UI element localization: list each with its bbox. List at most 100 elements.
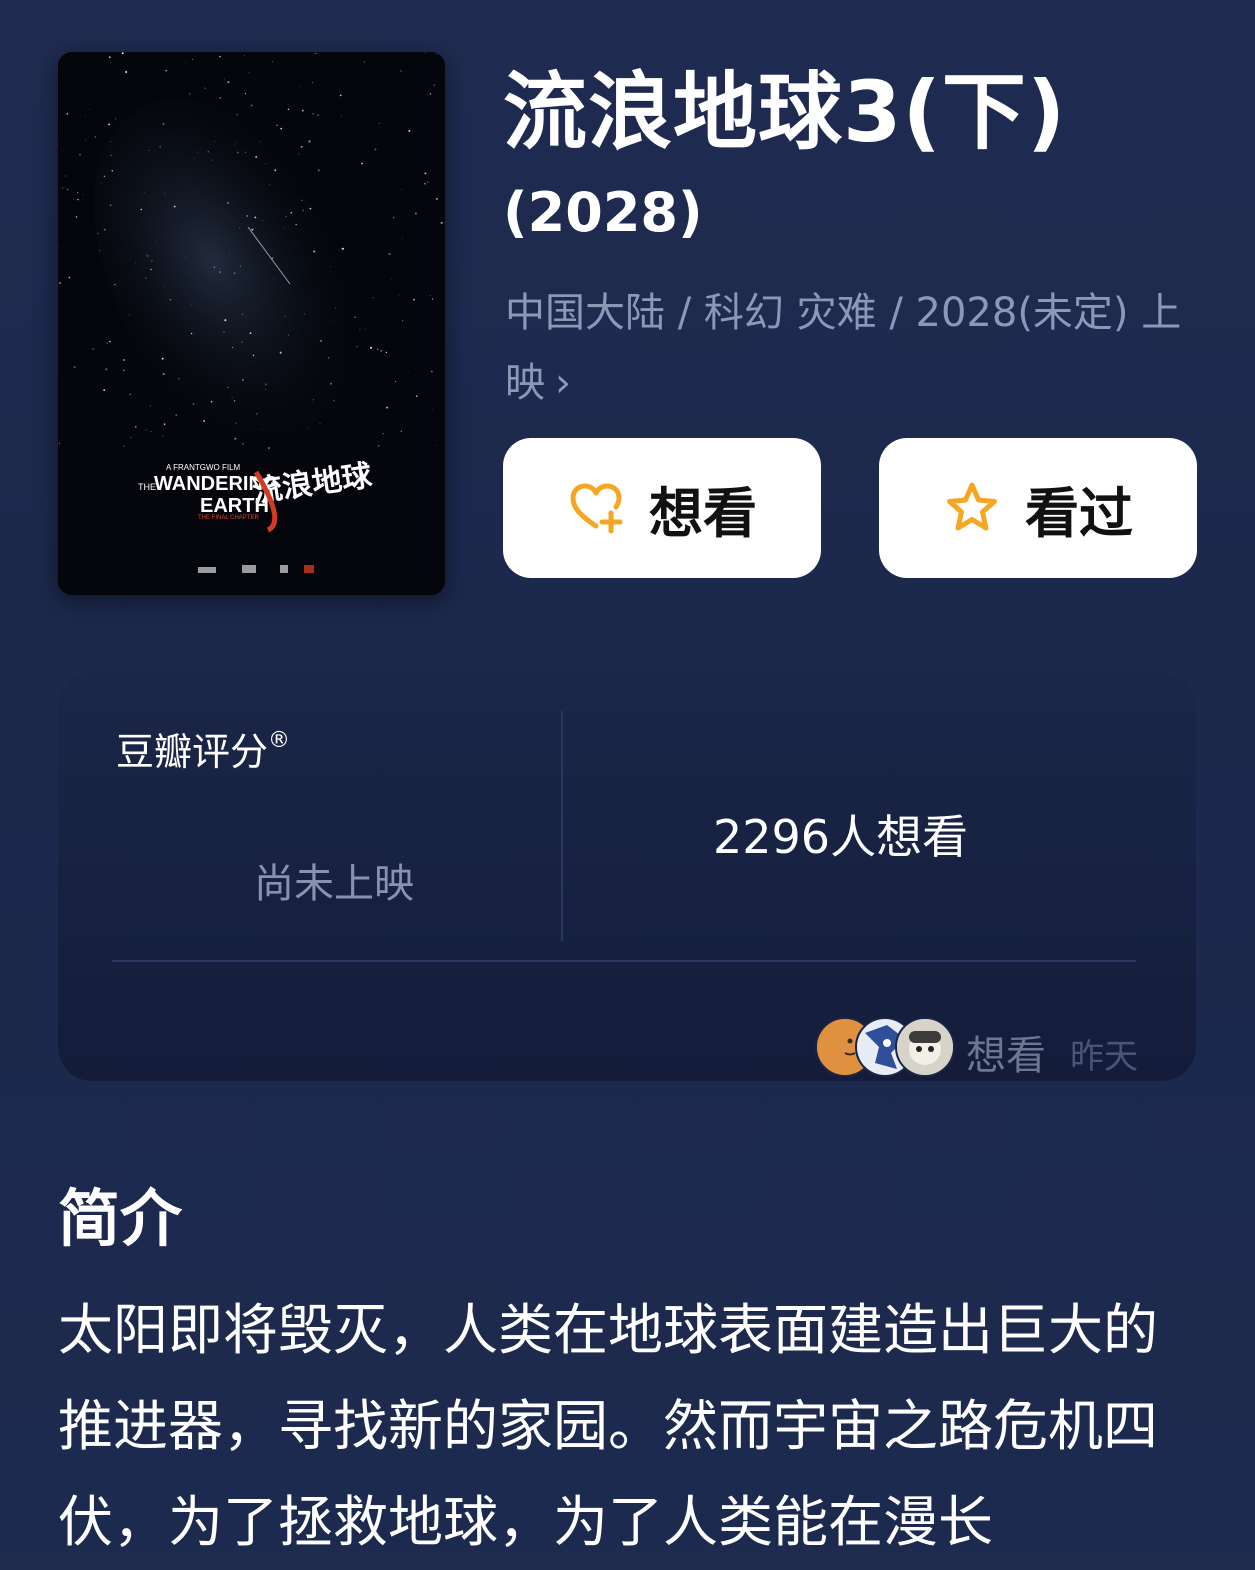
synopsis-text[interactable]: 太阳即将毁灭，人类在地球表面建造出巨大的推进器，寻找新的家园。然而宇宙之路危机四… — [58, 1282, 1178, 1570]
movie-meta[interactable]: 中国大陆 / 科幻 灾难 / 2028(未定) 上映› — [505, 278, 1195, 418]
poster-star — [354, 317, 355, 318]
poster-star — [253, 355, 254, 356]
poster-star — [224, 319, 226, 321]
poster-star — [380, 350, 382, 352]
want-to-watch-button[interactable]: 想看 — [503, 438, 821, 578]
poster-star — [150, 269, 152, 271]
poster-star — [186, 63, 187, 64]
poster-star — [148, 150, 149, 151]
star-icon — [943, 479, 1001, 537]
poster-star — [223, 331, 225, 333]
poster-star — [229, 254, 230, 255]
poster-star — [284, 316, 285, 317]
poster-star — [317, 53, 318, 54]
poster-star — [211, 401, 213, 403]
poster-star — [298, 92, 299, 93]
poster-star — [123, 67, 124, 68]
poster-star — [313, 250, 315, 252]
want-count[interactable]: 2296人想看 — [713, 801, 968, 867]
friend-avatars[interactable] — [815, 1017, 955, 1075]
avatar — [895, 1017, 955, 1077]
poster-star — [208, 151, 209, 152]
poster-star — [318, 169, 320, 171]
poster-star — [109, 56, 111, 58]
poster-star — [401, 189, 402, 190]
poster-star — [211, 160, 212, 161]
poster-star — [103, 389, 105, 391]
movie-meta-text: 中国大陆 / 科幻 灾难 / 2028(未定) 上映 — [505, 290, 1181, 406]
poster-star — [227, 387, 228, 388]
poster-star — [197, 152, 198, 153]
poster-star — [251, 229, 253, 231]
poster-star — [402, 320, 403, 321]
poster-star — [99, 250, 100, 251]
poster-presenter: A FRANTGWO FILM — [166, 463, 241, 472]
poster-star — [242, 342, 243, 343]
trademark-symbol: ® — [268, 728, 290, 753]
poster-star — [109, 341, 110, 342]
poster-star — [219, 268, 220, 269]
poster-star — [320, 340, 322, 342]
poster-star — [129, 315, 130, 316]
poster-star — [280, 128, 282, 130]
poster-star — [219, 56, 220, 57]
poster-star — [156, 241, 157, 242]
poster-star — [364, 106, 365, 107]
poster-star — [373, 297, 374, 298]
poster-star — [274, 169, 276, 171]
poster-star — [165, 286, 166, 287]
poster-star — [242, 379, 243, 380]
poster-star — [437, 54, 438, 55]
poster-star — [265, 389, 266, 390]
poster-star — [330, 266, 331, 267]
poster-star — [434, 166, 435, 167]
rating-card[interactable]: 豆瓣评分® 尚未上映 2296人想看 — [58, 673, 1196, 1081]
poster-star — [235, 423, 237, 425]
poster-star — [335, 307, 336, 308]
poster-star — [432, 409, 433, 410]
heart-plus-icon — [567, 479, 625, 537]
poster-star — [234, 438, 236, 440]
poster-star — [424, 183, 426, 185]
rating-label-text: 豆瓣评分 — [116, 730, 268, 774]
horizontal-divider — [112, 960, 1136, 962]
poster-star — [123, 370, 124, 371]
poster-star — [130, 394, 131, 395]
poster-star — [288, 108, 290, 110]
poster-star — [115, 119, 116, 120]
poster-star — [272, 61, 273, 62]
poster-star — [110, 141, 111, 142]
poster-star — [178, 378, 179, 379]
poster-star — [135, 426, 136, 427]
poster-star — [151, 260, 152, 261]
poster-star — [165, 70, 167, 72]
poster-star — [410, 353, 411, 354]
poster-star — [170, 299, 171, 300]
poster-star — [192, 59, 193, 60]
poster-star — [144, 192, 145, 193]
poster-star — [59, 443, 61, 445]
poster-star — [333, 321, 334, 322]
poster-star — [248, 276, 249, 277]
poster-star — [130, 437, 131, 438]
poster-star — [237, 152, 239, 154]
poster-star — [234, 400, 235, 401]
poster-star — [330, 383, 332, 385]
watched-button[interactable]: 看过 — [879, 438, 1197, 578]
poster-star — [260, 141, 261, 142]
poster-star — [430, 295, 431, 296]
poster-star — [110, 204, 112, 206]
poster-star — [112, 170, 114, 172]
poster-star — [312, 401, 313, 402]
poster-star — [164, 423, 166, 425]
rating-status: 尚未上映 — [254, 851, 414, 909]
movie-title: 流浪地球3(下) — [503, 62, 1066, 162]
poster-star — [193, 403, 195, 405]
poster-star — [219, 97, 220, 98]
poster-star — [62, 187, 64, 189]
poster-star — [85, 140, 86, 141]
poster-star — [151, 431, 152, 432]
movie-poster[interactable]: A FRANTGWO FILM THE WANDERING EARTH THE … — [58, 52, 445, 595]
poster-star — [280, 352, 282, 354]
poster-star — [333, 400, 334, 401]
